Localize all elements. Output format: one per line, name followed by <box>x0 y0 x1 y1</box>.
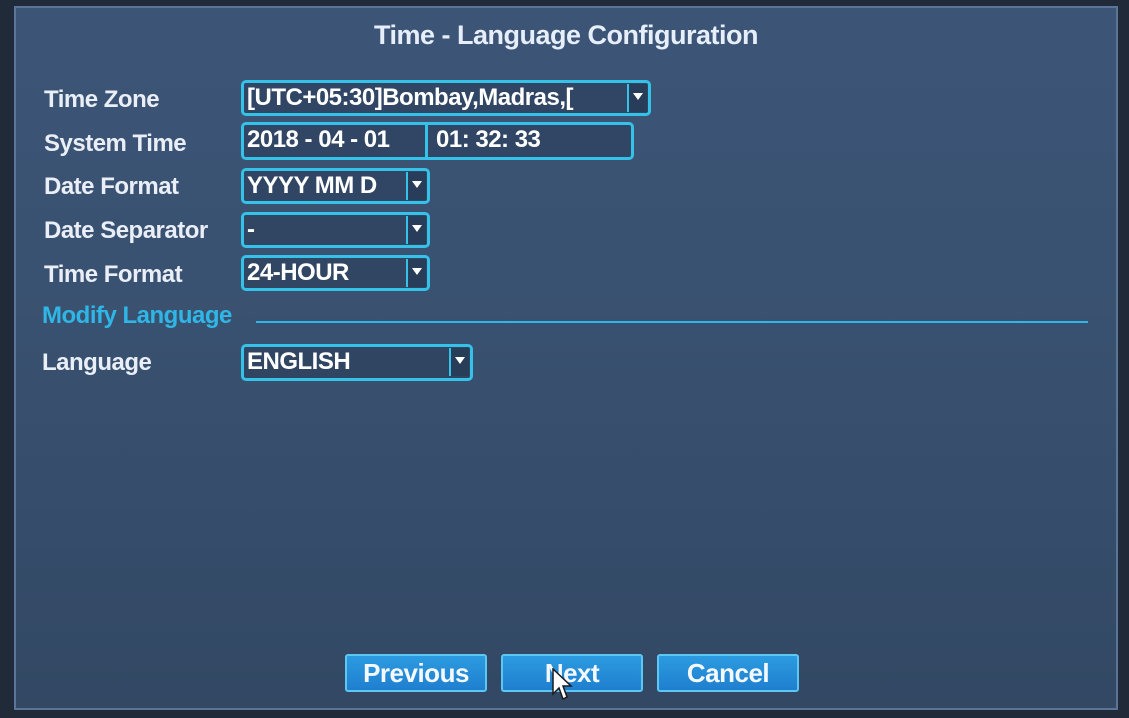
system-time-field[interactable]: 2018 - 04 - 01 01: 32: 33 <box>241 122 634 160</box>
screen: Time - Language Configuration Time Zone … <box>0 0 1129 718</box>
time-zone-select[interactable]: [UTC+05:30]Bombay,Madras,[ <box>241 80 651 116</box>
time-format-label: Time Format <box>44 261 183 288</box>
time-zone-value: [UTC+05:30]Bombay,Madras,[ <box>247 84 573 111</box>
date-separator-label: Date Separator <box>44 217 208 244</box>
time-format-select[interactable]: 24-HOUR <box>241 255 430 291</box>
date-separator-select[interactable]: - <box>241 212 430 248</box>
language-select[interactable]: ENGLISH <box>241 344 473 381</box>
cancel-button[interactable]: Cancel <box>657 654 799 692</box>
system-time-value[interactable]: 01: 32: 33 <box>436 125 541 155</box>
date-format-select[interactable]: YYYY MM D <box>241 168 430 204</box>
mouse-pointer-icon <box>552 668 573 701</box>
date-format-value: YYYY MM D <box>247 172 377 199</box>
dialog-title: Time - Language Configuration <box>373 20 759 50</box>
system-time-label: System Time <box>44 130 187 157</box>
chevron-down-icon[interactable] <box>406 172 426 200</box>
time-format-value: 24-HOUR <box>247 259 349 286</box>
language-value: ENGLISH <box>247 348 351 375</box>
chevron-down-icon[interactable] <box>406 216 426 244</box>
date-time-divider <box>425 125 428 157</box>
date-format-label: Date Format <box>44 173 179 200</box>
modify-language-heading: Modify Language <box>42 302 232 329</box>
time-language-dialog: Time - Language Configuration Time Zone … <box>14 6 1118 710</box>
chevron-down-icon[interactable] <box>449 348 469 376</box>
section-divider <box>256 321 1088 323</box>
date-separator-value: - <box>247 216 255 243</box>
chevron-down-icon[interactable] <box>406 259 426 287</box>
time-zone-label: Time Zone <box>44 86 160 113</box>
system-date-value[interactable]: 2018 - 04 - 01 <box>247 125 390 155</box>
previous-button[interactable]: Previous <box>345 654 487 692</box>
chevron-down-icon[interactable] <box>627 84 647 112</box>
language-label: Language <box>42 349 152 376</box>
